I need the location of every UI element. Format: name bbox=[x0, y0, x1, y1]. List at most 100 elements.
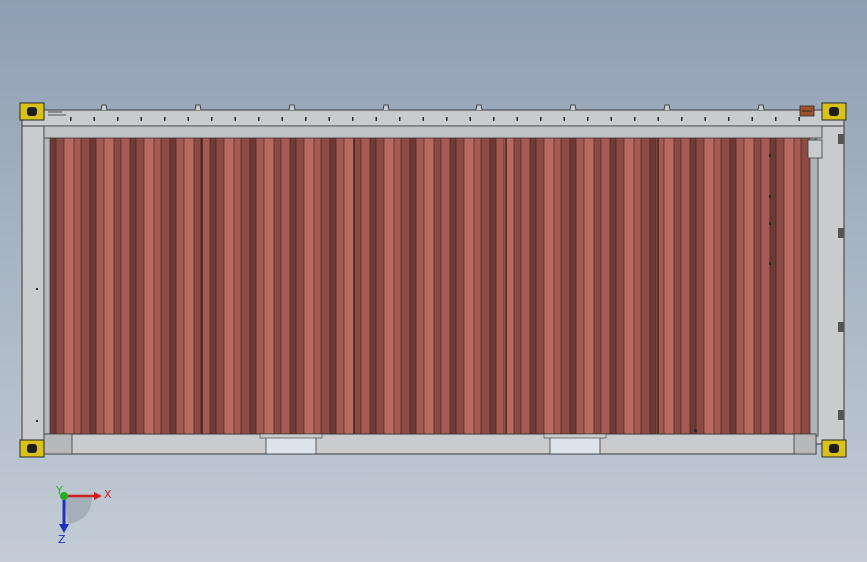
corrugation-stripe bbox=[570, 138, 576, 434]
rail-bolt bbox=[399, 117, 401, 121]
corrugation-stripe bbox=[634, 138, 641, 434]
corrugation-stripe bbox=[314, 138, 321, 434]
corrugation-stripe bbox=[234, 138, 241, 434]
left-corner-post bbox=[21, 117, 45, 445]
corrugation-stripe bbox=[170, 138, 176, 434]
door-hinge bbox=[838, 322, 844, 332]
right-corner-post bbox=[815, 117, 845, 445]
x-arrow-head bbox=[94, 492, 102, 500]
corrugation-stripe bbox=[330, 138, 336, 434]
corrugation-stripe bbox=[410, 138, 416, 434]
rail-bolt bbox=[610, 117, 612, 121]
rail-bolt bbox=[657, 117, 659, 121]
rail-bolt bbox=[305, 117, 307, 121]
coordinate-triad[interactable]: X Y Z bbox=[55, 484, 112, 546]
corrugation-stripe bbox=[224, 138, 234, 434]
corrugation-stripe bbox=[656, 138, 664, 434]
lifting-lug bbox=[663, 104, 671, 111]
corner-casting-top-right bbox=[821, 102, 847, 121]
corrugation-stripe bbox=[496, 138, 504, 434]
z-axis-label: Z bbox=[58, 533, 66, 546]
door-handle-bracket bbox=[799, 105, 815, 117]
door-hinge bbox=[838, 410, 844, 420]
corrugation-stripe bbox=[664, 138, 674, 434]
rail-bolt bbox=[352, 117, 354, 121]
corrugation-stripe bbox=[456, 138, 464, 434]
rail-bolt bbox=[587, 117, 589, 121]
corrugation-stripe bbox=[624, 138, 634, 434]
corrugation-stripe bbox=[144, 138, 154, 434]
corrugation-stripe bbox=[601, 138, 610, 434]
corrugation-stripe bbox=[81, 138, 90, 434]
corrugation-stripe bbox=[50, 138, 56, 434]
corrugation-stripe bbox=[424, 138, 434, 434]
forklift-pocket-lip bbox=[543, 433, 607, 439]
corrugation-stripe bbox=[704, 138, 714, 434]
rail-bolt bbox=[211, 117, 213, 121]
corrugation-stripe bbox=[594, 138, 601, 434]
rail-bolt bbox=[422, 117, 424, 121]
corrugation-stripe bbox=[744, 138, 754, 434]
corrugation-stripe bbox=[176, 138, 184, 434]
corrugation-stripe bbox=[361, 138, 370, 434]
corrugation-stripe bbox=[90, 138, 96, 434]
corrugation-stripe bbox=[304, 138, 314, 434]
rail-bolt bbox=[375, 117, 377, 121]
top-side-rail bbox=[21, 109, 845, 127]
top-rail-lower-flange bbox=[43, 125, 823, 139]
cad-viewport[interactable]: X Y Z bbox=[0, 0, 867, 562]
corrugation-stripe bbox=[130, 138, 136, 434]
left-door-post-inner bbox=[43, 137, 51, 437]
rail-bolt bbox=[563, 117, 565, 121]
corrugation-stripe bbox=[530, 138, 536, 434]
corrugation-stripe bbox=[576, 138, 584, 434]
corrugation-stripe bbox=[514, 138, 521, 434]
corrugation-stripe bbox=[761, 138, 770, 434]
rail-bolt bbox=[93, 117, 95, 121]
door-hinge bbox=[838, 228, 844, 238]
y-axis-label: Y bbox=[55, 484, 63, 497]
rail-bolt bbox=[70, 117, 72, 121]
corrugation-stripe bbox=[736, 138, 744, 434]
bottom-side-rail bbox=[43, 433, 817, 455]
corrugation-stripe bbox=[610, 138, 616, 434]
rail-bolt bbox=[140, 117, 142, 121]
rail-bolt bbox=[469, 117, 471, 121]
rail-bolt bbox=[681, 117, 683, 121]
corrugated-side-panel bbox=[49, 138, 810, 434]
rail-bolt bbox=[117, 117, 119, 121]
forklift-pocket-lip bbox=[259, 433, 323, 439]
corrugation-stripe bbox=[354, 138, 361, 434]
corrugation-stripe bbox=[96, 138, 104, 434]
corrugation-stripe bbox=[616, 138, 624, 434]
corrugation-stripe bbox=[434, 138, 441, 434]
rail-bolt bbox=[446, 117, 448, 121]
rail-bolt bbox=[798, 117, 800, 121]
lifting-lug bbox=[288, 104, 296, 111]
corrugation-stripe bbox=[681, 138, 690, 434]
corrugation-stripe bbox=[770, 138, 776, 434]
corrugation-stripe bbox=[290, 138, 296, 434]
container-model[interactable] bbox=[19, 102, 847, 458]
bottom-rail-right-block bbox=[793, 433, 817, 455]
corrugation-stripe bbox=[264, 138, 274, 434]
lifting-lug bbox=[475, 104, 483, 111]
rail-bolt bbox=[751, 117, 753, 121]
corrugation-stripe bbox=[714, 138, 721, 434]
corrugation-stripe bbox=[441, 138, 450, 434]
lifting-lug bbox=[382, 104, 390, 111]
bottom-rail-left-block bbox=[43, 433, 73, 455]
corrugation-stripe bbox=[730, 138, 736, 434]
rail-bolt bbox=[328, 117, 330, 121]
rail-bolt bbox=[281, 117, 283, 121]
corrugation-stripe bbox=[584, 138, 594, 434]
corrugation-stripe bbox=[801, 138, 810, 434]
corrugation-stripe bbox=[401, 138, 410, 434]
lifting-lug bbox=[194, 104, 202, 111]
corrugation-stripe bbox=[794, 138, 801, 434]
rail-bolt bbox=[540, 117, 542, 121]
corrugation-stripe bbox=[394, 138, 401, 434]
corrugation-stripe bbox=[464, 138, 474, 434]
rail-bolt bbox=[728, 117, 730, 121]
corrugation-stripe bbox=[296, 138, 304, 434]
